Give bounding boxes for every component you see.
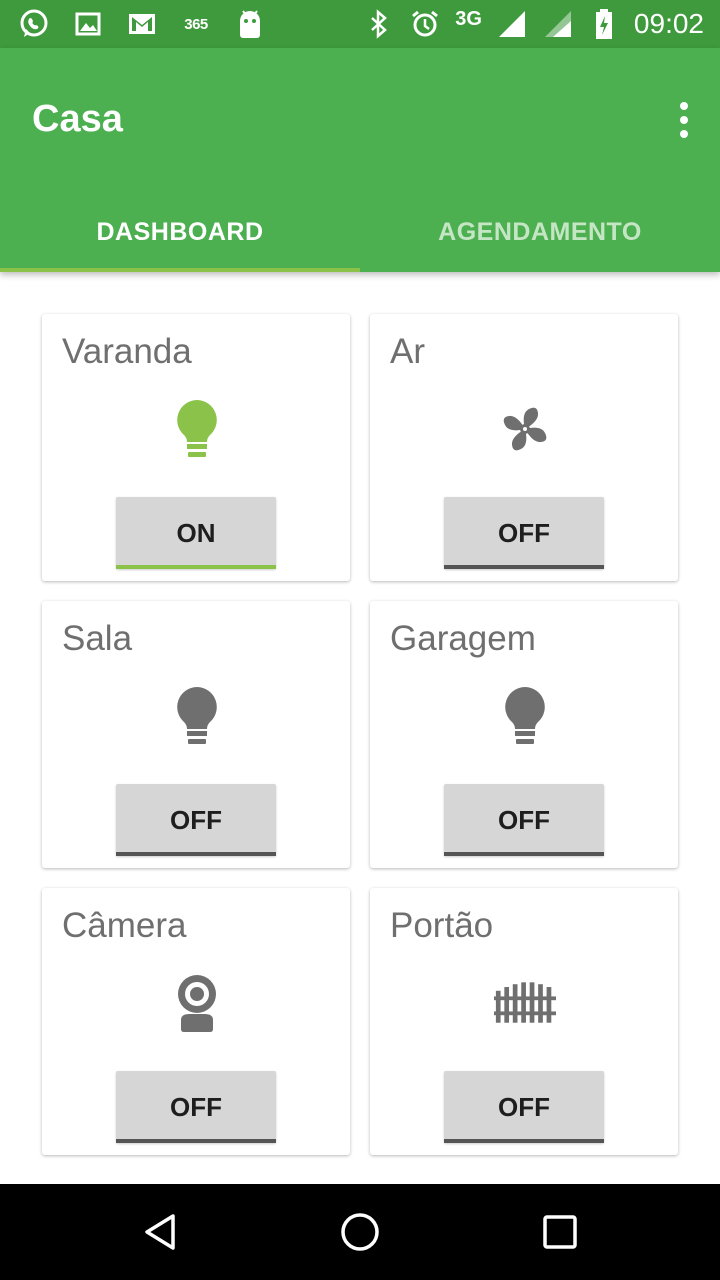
fan-icon [494, 398, 556, 460]
device-card-ar: Ar OFF [370, 314, 678, 581]
device-name: Portão [390, 906, 494, 945]
tab-agendamento-label: AGENDAMENTO [438, 217, 642, 246]
toggle-indicator [116, 1139, 276, 1143]
toggle-button-sala[interactable]: OFF [116, 784, 276, 856]
alarm-icon [409, 8, 441, 40]
toggle-button-portao[interactable]: OFF [444, 1071, 604, 1143]
signal-icon-2 [542, 8, 574, 40]
tab-agendamento[interactable]: AGENDAMENTO [360, 192, 720, 272]
network-type: 3G [455, 7, 482, 30]
back-icon[interactable] [136, 1208, 184, 1256]
clock: 09:02 [633, 8, 704, 39]
toggle-state: OFF [498, 517, 550, 548]
device-card-garagem: Garagem OFF [370, 601, 678, 868]
device-card-sala: Sala OFF [42, 601, 350, 868]
webcam-icon [166, 972, 228, 1034]
lightbulb-icon [494, 685, 556, 747]
device-name: Sala [62, 619, 133, 658]
system-icons: 3G 09:02 [363, 6, 704, 42]
toggle-state: OFF [170, 804, 222, 835]
tab-indicator [0, 268, 360, 272]
office365-icon: 365 [180, 8, 212, 40]
toggle-state: OFF [498, 1091, 550, 1122]
toggle-button-ar[interactable]: OFF [444, 497, 604, 569]
toggle-button-varanda[interactable]: ON [116, 497, 276, 569]
device-name: Garagem [390, 619, 536, 658]
toggle-state: ON [176, 517, 216, 548]
system-nav-bar [0, 1184, 720, 1280]
tab-dashboard-label: DASHBOARD [96, 217, 264, 246]
device-card-camera: Câmera OFF [42, 888, 350, 1155]
toggle-indicator [444, 1139, 604, 1143]
app-title: Casa [32, 98, 123, 140]
overflow-menu-icon[interactable] [676, 102, 692, 138]
home-icon[interactable] [336, 1208, 384, 1256]
battery-charging-icon [588, 8, 620, 40]
app-bar: Casa DASHBOARD AGENDAMENTO [0, 48, 720, 272]
device-name: Varanda [62, 332, 192, 371]
status-bar: 365 3G 09:02 [0, 0, 720, 48]
whatsapp-icon [18, 8, 50, 40]
toggle-state: OFF [170, 1091, 222, 1122]
toggle-button-camera[interactable]: OFF [116, 1071, 276, 1143]
office365-label: 365 [184, 15, 208, 33]
lightbulb-icon [166, 685, 228, 747]
device-card-varanda: Varanda ON [42, 314, 350, 581]
gallery-icon [72, 8, 104, 40]
recents-icon[interactable] [536, 1208, 584, 1256]
signal-icon [496, 8, 528, 40]
gate-icon [494, 972, 556, 1034]
tab-dashboard[interactable]: DASHBOARD [0, 192, 360, 272]
tab-bar: DASHBOARD AGENDAMENTO [0, 192, 720, 272]
notification-icons: 365 [18, 7, 266, 41]
device-card-portao: Portão OFF [370, 888, 678, 1155]
device-name: Ar [390, 332, 425, 371]
toggle-indicator [444, 852, 604, 856]
toggle-button-garagem[interactable]: OFF [444, 784, 604, 856]
toggle-indicator [444, 565, 604, 569]
toggle-indicator [116, 565, 276, 569]
lightbulb-icon [166, 398, 228, 460]
android-icon [234, 8, 266, 40]
device-name: Câmera [62, 906, 187, 945]
toggle-indicator [116, 852, 276, 856]
gmail-icon [126, 8, 158, 40]
bluetooth-icon [363, 8, 395, 40]
toggle-state: OFF [498, 804, 550, 835]
